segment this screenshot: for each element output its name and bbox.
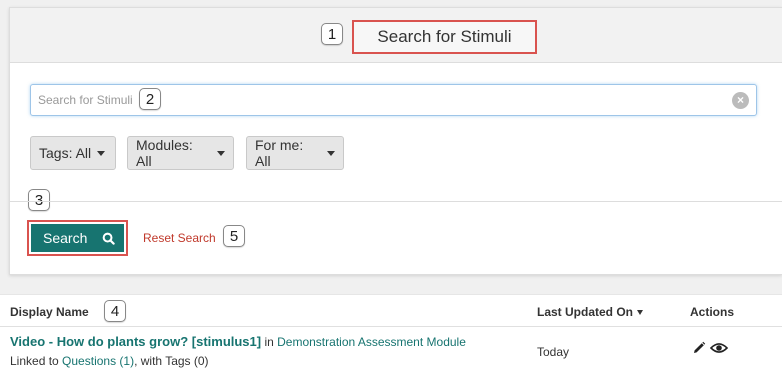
search-button-label: Search — [43, 230, 88, 246]
modules-filter-dropdown[interactable]: Modules: All — [127, 136, 234, 170]
header-divider — [0, 326, 782, 327]
column-header-display-name[interactable]: Display Name — [10, 305, 89, 319]
last-updated-cell: Today — [537, 345, 570, 359]
clear-icon[interactable]: × — [732, 92, 749, 109]
tags-filter-label: Tags: All — [39, 145, 92, 161]
tags-filter-dropdown[interactable]: Tags: All — [30, 136, 116, 170]
for-me-filter-label: For me: All — [255, 137, 304, 169]
results-table: Display Name 4 Last Updated On Actions V… — [0, 294, 782, 378]
chevron-down-icon — [217, 150, 225, 156]
questions-link[interactable]: Questions (1) — [62, 354, 134, 368]
callout-5: 5 — [223, 225, 245, 247]
row-actions — [692, 341, 728, 355]
search-icon — [102, 232, 115, 245]
linked-prefix: Linked to — [10, 354, 63, 368]
in-text: in — [261, 335, 278, 349]
search-button[interactable]: Search — [31, 224, 124, 252]
stimulus-name-link[interactable]: Video - How do plants grow? [stimulus1] — [10, 334, 261, 349]
callout-1: 1 — [321, 23, 343, 45]
column-header-actions: Actions — [690, 305, 735, 319]
row-title-line: Video - How do plants grow? [stimulus1] … — [10, 334, 466, 349]
chevron-down-icon — [97, 150, 106, 156]
search-panel: 1 Search for Stimuli × 2 Tags: All Modul… — [9, 7, 782, 275]
search-button-highlight: Search — [27, 220, 128, 256]
pencil-icon[interactable] — [692, 341, 706, 355]
column-header-last-updated[interactable]: Last Updated On — [537, 305, 644, 319]
callout-2: 2 — [139, 88, 161, 110]
chevron-down-icon — [327, 150, 335, 156]
row-sub-line: Linked to Questions (1), with Tags (0) — [10, 354, 209, 368]
page-title: Search for Stimuli — [352, 20, 537, 54]
panel-header: 1 Search for Stimuli — [10, 8, 782, 63]
sort-desc-icon — [637, 310, 644, 315]
tags-text: , with Tags (0) — [134, 354, 209, 368]
reset-search-link[interactable]: Reset Search — [143, 231, 216, 245]
callout-4: 4 — [104, 300, 126, 322]
for-me-filter-dropdown[interactable]: For me: All — [246, 136, 344, 170]
column-header-last-updated-label: Last Updated On — [537, 305, 634, 319]
divider — [10, 201, 782, 202]
modules-filter-label: Modules: All — [136, 137, 193, 169]
callout-3: 3 — [28, 189, 50, 211]
module-link[interactable]: Demonstration Assessment Module — [277, 335, 466, 349]
eye-icon[interactable] — [710, 341, 728, 355]
